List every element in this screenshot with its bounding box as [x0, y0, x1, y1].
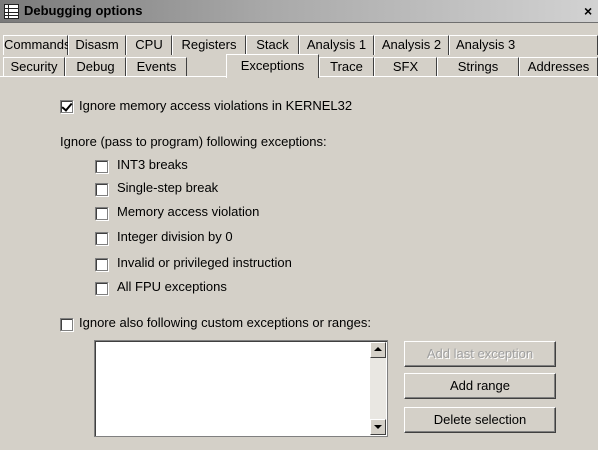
ignore-kernel32-checkbox[interactable] [60, 100, 73, 113]
window-title: Debugging options [24, 3, 143, 18]
scroll-down-arrow-icon[interactable] [370, 419, 386, 435]
memory-access-violation-checkbox[interactable] [95, 207, 108, 220]
tab-strings[interactable]: Strings [437, 57, 519, 77]
memory-access-violation-label[interactable]: Memory access violation [117, 204, 259, 219]
list-scrollbar[interactable] [370, 342, 386, 435]
ignore-kernel32-label[interactable]: Ignore memory access violations in KERNE… [79, 98, 352, 113]
tab-commands[interactable]: Commands [3, 35, 70, 55]
int3-breaks-checkbox[interactable] [95, 160, 108, 173]
scroll-up-arrow-icon[interactable] [370, 342, 386, 358]
ignore-exceptions-heading: Ignore (pass to program) following excep… [60, 134, 327, 149]
tab-analysis-3[interactable]: Analysis 3 [449, 35, 598, 55]
integer-division-label[interactable]: Integer division by 0 [117, 229, 233, 244]
tab-trace[interactable]: Trace [319, 57, 374, 77]
tab-cpu[interactable]: CPU [126, 35, 172, 55]
integer-division-checkbox[interactable] [95, 232, 108, 245]
invalid-instruction-label[interactable]: Invalid or privileged instruction [117, 255, 292, 270]
tab-security[interactable]: Security [3, 57, 65, 77]
all-fpu-exceptions-label[interactable]: All FPU exceptions [117, 279, 227, 294]
custom-exceptions-label[interactable]: Ignore also following custom exceptions … [79, 315, 371, 330]
delete-selection-button[interactable]: Delete selection [404, 407, 556, 433]
custom-exceptions-checkbox[interactable] [60, 318, 73, 331]
tab-analysis-1[interactable]: Analysis 1 [299, 35, 374, 55]
tab-events[interactable]: Events [126, 57, 187, 77]
tab-exceptions[interactable]: Exceptions [226, 54, 319, 78]
add-range-button[interactable]: Add range [404, 373, 556, 399]
title-bar[interactable]: Debugging options × [0, 0, 598, 23]
tab-stack[interactable]: Stack [246, 35, 299, 55]
tab-debug[interactable]: Debug [65, 57, 126, 77]
all-fpu-exceptions-checkbox[interactable] [95, 282, 108, 295]
invalid-instruction-checkbox[interactable] [95, 258, 108, 271]
close-icon[interactable]: × [584, 3, 598, 19]
add-last-exception-button[interactable]: Add last exception [404, 341, 556, 367]
single-step-break-label[interactable]: Single-step break [117, 180, 218, 195]
custom-exceptions-list[interactable] [94, 340, 388, 437]
window-options-icon [4, 4, 19, 19]
tab-addresses[interactable]: Addresses [519, 57, 598, 77]
int3-breaks-label[interactable]: INT3 breaks [117, 157, 188, 172]
tab-registers[interactable]: Registers [172, 35, 246, 55]
tab-sfx[interactable]: SFX [374, 57, 437, 77]
tab-analysis-2[interactable]: Analysis 2 [374, 35, 449, 55]
single-step-break-checkbox[interactable] [95, 183, 108, 196]
tab-disasm[interactable]: Disasm [68, 35, 126, 55]
